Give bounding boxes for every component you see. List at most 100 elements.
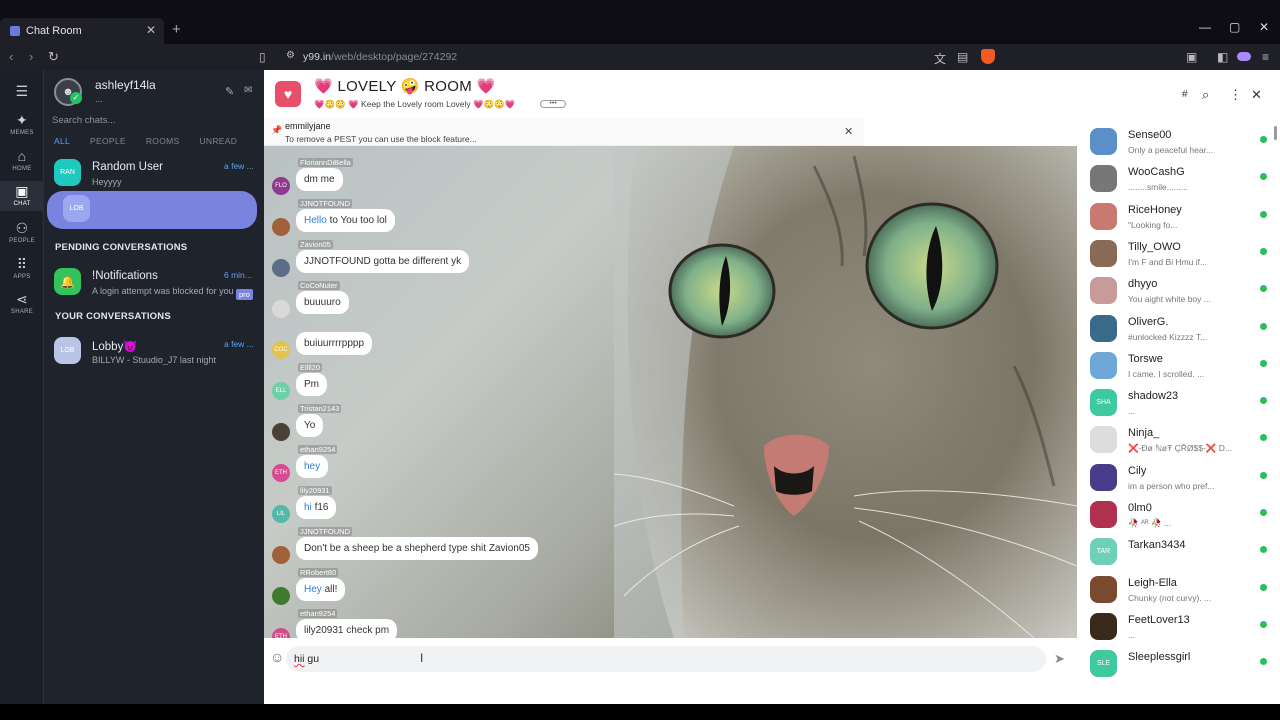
avatar[interactable] bbox=[272, 587, 290, 605]
browser-tab[interactable]: Chat Room ✕ bbox=[0, 18, 164, 44]
member-list-scrollbar[interactable] bbox=[1274, 126, 1277, 140]
message-username[interactable]: CoCoNuter bbox=[298, 281, 340, 290]
tab-close-icon[interactable]: ✕ bbox=[146, 23, 156, 37]
message-list[interactable]: FLO FloriannDiBella dm me JJNOTFOUND Hello t… bbox=[264, 146, 1077, 638]
filter-unread[interactable]: UNREAD bbox=[199, 136, 237, 146]
online-dot-icon bbox=[1260, 322, 1267, 330]
message-username[interactable]: FloriannDiBella bbox=[298, 158, 353, 167]
text-cursor-icon: I bbox=[420, 651, 424, 665]
avatar[interactable] bbox=[272, 218, 290, 236]
brave-shields-icon[interactable] bbox=[981, 49, 995, 64]
maximize-icon[interactable]: ▢ bbox=[1229, 20, 1240, 34]
avatar[interactable]: COC bbox=[272, 341, 290, 359]
edit-pencil-icon[interactable]: ✎ bbox=[225, 85, 234, 98]
rail-apps[interactable]: ⠿ APPS bbox=[0, 256, 44, 284]
member-item[interactable]: FeetLover13... bbox=[1080, 611, 1270, 648]
send-icon[interactable]: ➤ bbox=[1054, 651, 1065, 667]
compose-icon[interactable]: ✉ bbox=[244, 85, 252, 96]
new-tab-button[interactable]: + bbox=[172, 21, 181, 38]
message-username[interactable]: Zavion05 bbox=[298, 240, 333, 249]
online-dot-icon bbox=[1260, 434, 1267, 442]
member-item[interactable]: 0lm0 🥀 ᴬᴿ 🥀 ... bbox=[1080, 499, 1270, 536]
message-text: f16 bbox=[311, 502, 329, 513]
emoji-icon[interactable]: ☺ bbox=[270, 649, 284, 665]
member-name: Ninja_ bbox=[1128, 427, 1160, 440]
hamburger-menu-icon[interactable]: ☰ bbox=[0, 83, 44, 99]
member-item[interactable]: Leigh-Ella Chunky (not curvy). ... bbox=[1080, 574, 1270, 611]
avatar[interactable] bbox=[272, 300, 290, 318]
rail-people[interactable]: ⚇ PEOPLE bbox=[0, 220, 44, 248]
message-row: Tristan2143 Yo bbox=[264, 404, 864, 445]
message-input[interactable]: hii gu bbox=[286, 646, 1046, 672]
minimize-icon[interactable]: — bbox=[1199, 20, 1211, 34]
list-item[interactable]: 🔔 !Notifications A login attempt was blo… bbox=[44, 264, 264, 302]
member-item[interactable]: Tilly_OWO I'm F and Bi Hmu if... bbox=[1080, 238, 1270, 275]
filter-all[interactable]: ALL bbox=[54, 136, 70, 146]
avatar[interactable] bbox=[272, 259, 290, 277]
sidebar-toggle-icon[interactable]: ◧ bbox=[1217, 50, 1228, 64]
profile-username[interactable]: ashleyf14la bbox=[95, 78, 156, 92]
more-options-icon[interactable]: ⋮ bbox=[1229, 87, 1242, 103]
rail-label: HOME bbox=[12, 166, 32, 172]
url-field[interactable]: y99.in/web/desktop/page/274292 bbox=[303, 51, 457, 63]
browser-tab-strip: Chat Room ✕ + — ▢ ✕ bbox=[0, 0, 1280, 44]
search-chats-input[interactable]: Search chats... bbox=[52, 115, 115, 126]
member-item[interactable]: Torswe I came. I scrolled. ... bbox=[1080, 350, 1270, 387]
profile-status[interactable]: ... bbox=[95, 94, 103, 104]
filter-people[interactable]: PEOPLE bbox=[90, 136, 126, 146]
member-item[interactable]: SHA shadow23... bbox=[1080, 387, 1270, 424]
member-status: ........smile......... bbox=[1128, 182, 1188, 193]
filter-rooms[interactable]: ROOMS bbox=[146, 136, 180, 146]
member-item[interactable]: OliverG. #unlocked Kizzzz T... bbox=[1080, 313, 1270, 350]
back-icon[interactable]: ‹ bbox=[9, 49, 13, 64]
vpn-icon[interactable] bbox=[1237, 52, 1251, 61]
avatar[interactable]: ETH bbox=[272, 464, 290, 482]
message-username[interactable]: JJNOTFOUND bbox=[298, 527, 352, 536]
wallet-icon[interactable]: ▣ bbox=[1186, 50, 1197, 64]
search-icon[interactable]: ⌕ bbox=[1202, 87, 1209, 103]
rail-memes[interactable]: ✦ MEMES bbox=[0, 112, 44, 140]
hashtag-icon[interactable]: # bbox=[1182, 89, 1188, 100]
close-pinned-icon[interactable]: ✕ bbox=[844, 125, 853, 138]
list-item[interactable]: LOB Lobby😈 BILLYW - Stuudio_J7 last nigh… bbox=[44, 333, 264, 371]
rail-chat[interactable]: ▣ CHAT bbox=[0, 181, 44, 211]
avatar[interactable] bbox=[272, 546, 290, 564]
message-username[interactable]: Tristan2143 bbox=[298, 404, 342, 413]
member-item[interactable]: SLE Sleeplessgirl bbox=[1080, 648, 1270, 685]
message-username[interactable]: Ellll20 bbox=[298, 363, 323, 372]
member-item[interactable]: WooCashG ........smile......... bbox=[1080, 163, 1270, 200]
bookmark-icon[interactable]: ▯ bbox=[259, 50, 266, 64]
member-item[interactable]: Sense00 Only a peaceful hear... bbox=[1080, 126, 1270, 163]
avatar[interactable]: LIL bbox=[272, 505, 290, 523]
message-username[interactable]: ethan9254 bbox=[298, 609, 338, 618]
window-close-icon[interactable]: ✕ bbox=[1259, 20, 1269, 34]
list-item[interactable]: RAN Random User Heyyyy a few ... bbox=[44, 155, 264, 193]
reader-mode-icon[interactable]: ▤ bbox=[957, 50, 968, 64]
room-more-button[interactable]: ••• bbox=[540, 100, 566, 108]
member-item[interactable]: RiceHoney "Looking fo... bbox=[1080, 201, 1270, 238]
forward-icon[interactable]: › bbox=[29, 49, 33, 64]
member-item[interactable]: TAR Tarkan3434 bbox=[1080, 536, 1270, 573]
input-text-misspelled: hii bbox=[294, 653, 305, 665]
close-icon[interactable]: ✕ bbox=[1251, 87, 1262, 103]
browser-menu-icon[interactable]: ≡ bbox=[1262, 50, 1269, 64]
avatar[interactable]: FLO bbox=[272, 177, 290, 195]
rail-share[interactable]: ⋖ SHARE bbox=[0, 291, 44, 319]
message-username[interactable]: lily20931 bbox=[298, 486, 332, 495]
translate-icon[interactable]: 文 bbox=[934, 50, 946, 67]
message-username[interactable]: ethan9254 bbox=[298, 445, 338, 454]
reload-icon[interactable]: ↻ bbox=[48, 49, 59, 65]
member-status: im a person who pref... bbox=[1128, 480, 1215, 491]
message-username[interactable]: JJNOTFOUND bbox=[298, 199, 352, 208]
member-item[interactable]: dhyyo You aight white boy ... bbox=[1080, 275, 1270, 312]
list-item-selected[interactable]: LOB bbox=[47, 191, 257, 229]
message-row: Zavion05 JJNOTFOUND gotta be different yk bbox=[264, 240, 864, 281]
member-item[interactable]: Cily im a person who pref... bbox=[1080, 462, 1270, 499]
rail-home[interactable]: ⌂ HOME bbox=[0, 148, 44, 176]
site-info-icon[interactable]: ⚙ bbox=[286, 50, 295, 61]
member-item[interactable]: Ninja_ ❌-Đø ℕøŦ ÇŘØ$$-❌ D... bbox=[1080, 424, 1270, 461]
avatar[interactable]: ETH bbox=[272, 628, 290, 638]
avatar[interactable]: ELL bbox=[272, 382, 290, 400]
message-username[interactable]: RRobert80 bbox=[298, 568, 339, 577]
avatar[interactable] bbox=[272, 423, 290, 441]
